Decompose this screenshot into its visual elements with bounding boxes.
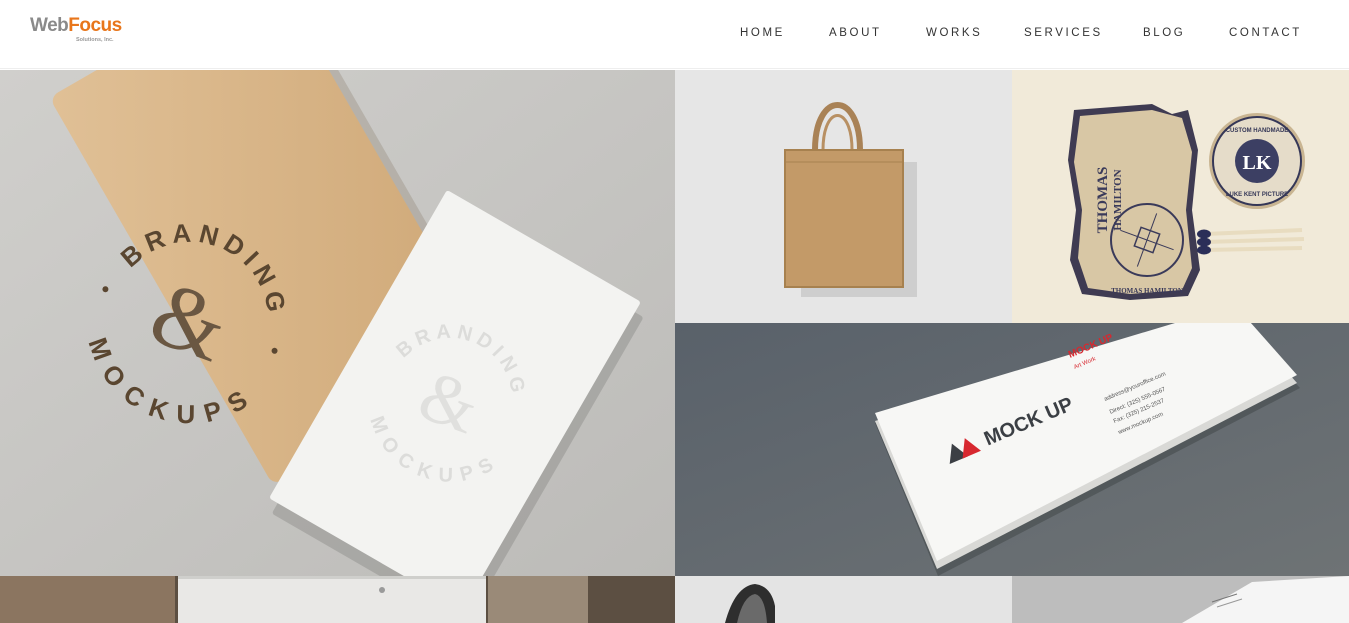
vintage-stationery-image: THOMAS HAMILTON THOMAS HAMILTON LK CUSTO… xyxy=(1012,70,1349,323)
portfolio-item-stationery-paper[interactable] xyxy=(1012,576,1349,623)
stationery-paper-image xyxy=(1012,576,1349,623)
portfolio-item-branding-mockups[interactable]: BRANDING MOCKUPS & BRANDING MOCKUPS & xyxy=(0,70,675,576)
nav-home[interactable]: HOME xyxy=(740,27,785,39)
nav-blog[interactable]: BLOG xyxy=(1143,27,1185,39)
main-nav: HOME ABOUT WORKS SERVICES BLOG CONTACT xyxy=(0,27,1349,41)
portfolio-item-tote-bag[interactable] xyxy=(675,70,1012,323)
business-card-image: MOCK UP MOCK UP Art Work address@youroff… xyxy=(675,323,1349,576)
nav-works[interactable]: WORKS xyxy=(926,27,982,39)
product-photo-image xyxy=(675,576,1012,623)
svg-text:HAMILTON: HAMILTON xyxy=(1112,169,1124,230)
svg-text:CUSTOM HANDMADE: CUSTOM HANDMADE xyxy=(1226,128,1289,134)
portfolio-item-vintage-stationery[interactable]: THOMAS HAMILTON THOMAS HAMILTON LK CUSTO… xyxy=(1012,70,1349,323)
portfolio-item-business-card[interactable]: MOCK UP MOCK UP Art Work address@youroff… xyxy=(675,323,1349,576)
svg-text:LUKE KENT PICTURE: LUKE KENT PICTURE xyxy=(1226,192,1288,198)
nav-services[interactable]: SERVICES xyxy=(1024,27,1103,39)
portfolio-item-hanging-sign[interactable] xyxy=(0,576,675,623)
svg-text:THOMAS HAMILTON: THOMAS HAMILTON xyxy=(1111,287,1183,295)
site-header: WebFocus Solutions, Inc. HOME ABOUT WORK… xyxy=(0,0,1349,69)
nav-about[interactable]: ABOUT xyxy=(829,27,882,39)
branding-mockups-image: BRANDING MOCKUPS & BRANDING MOCKUPS & xyxy=(0,70,675,576)
portfolio-item-product-photo[interactable] xyxy=(675,576,1012,623)
svg-text:THOMAS: THOMAS xyxy=(1095,167,1111,234)
svg-text:LK: LK xyxy=(1243,152,1272,174)
tote-bag-image xyxy=(675,70,1012,323)
nav-contact[interactable]: CONTACT xyxy=(1229,27,1302,39)
hanging-sign-image xyxy=(0,576,675,623)
